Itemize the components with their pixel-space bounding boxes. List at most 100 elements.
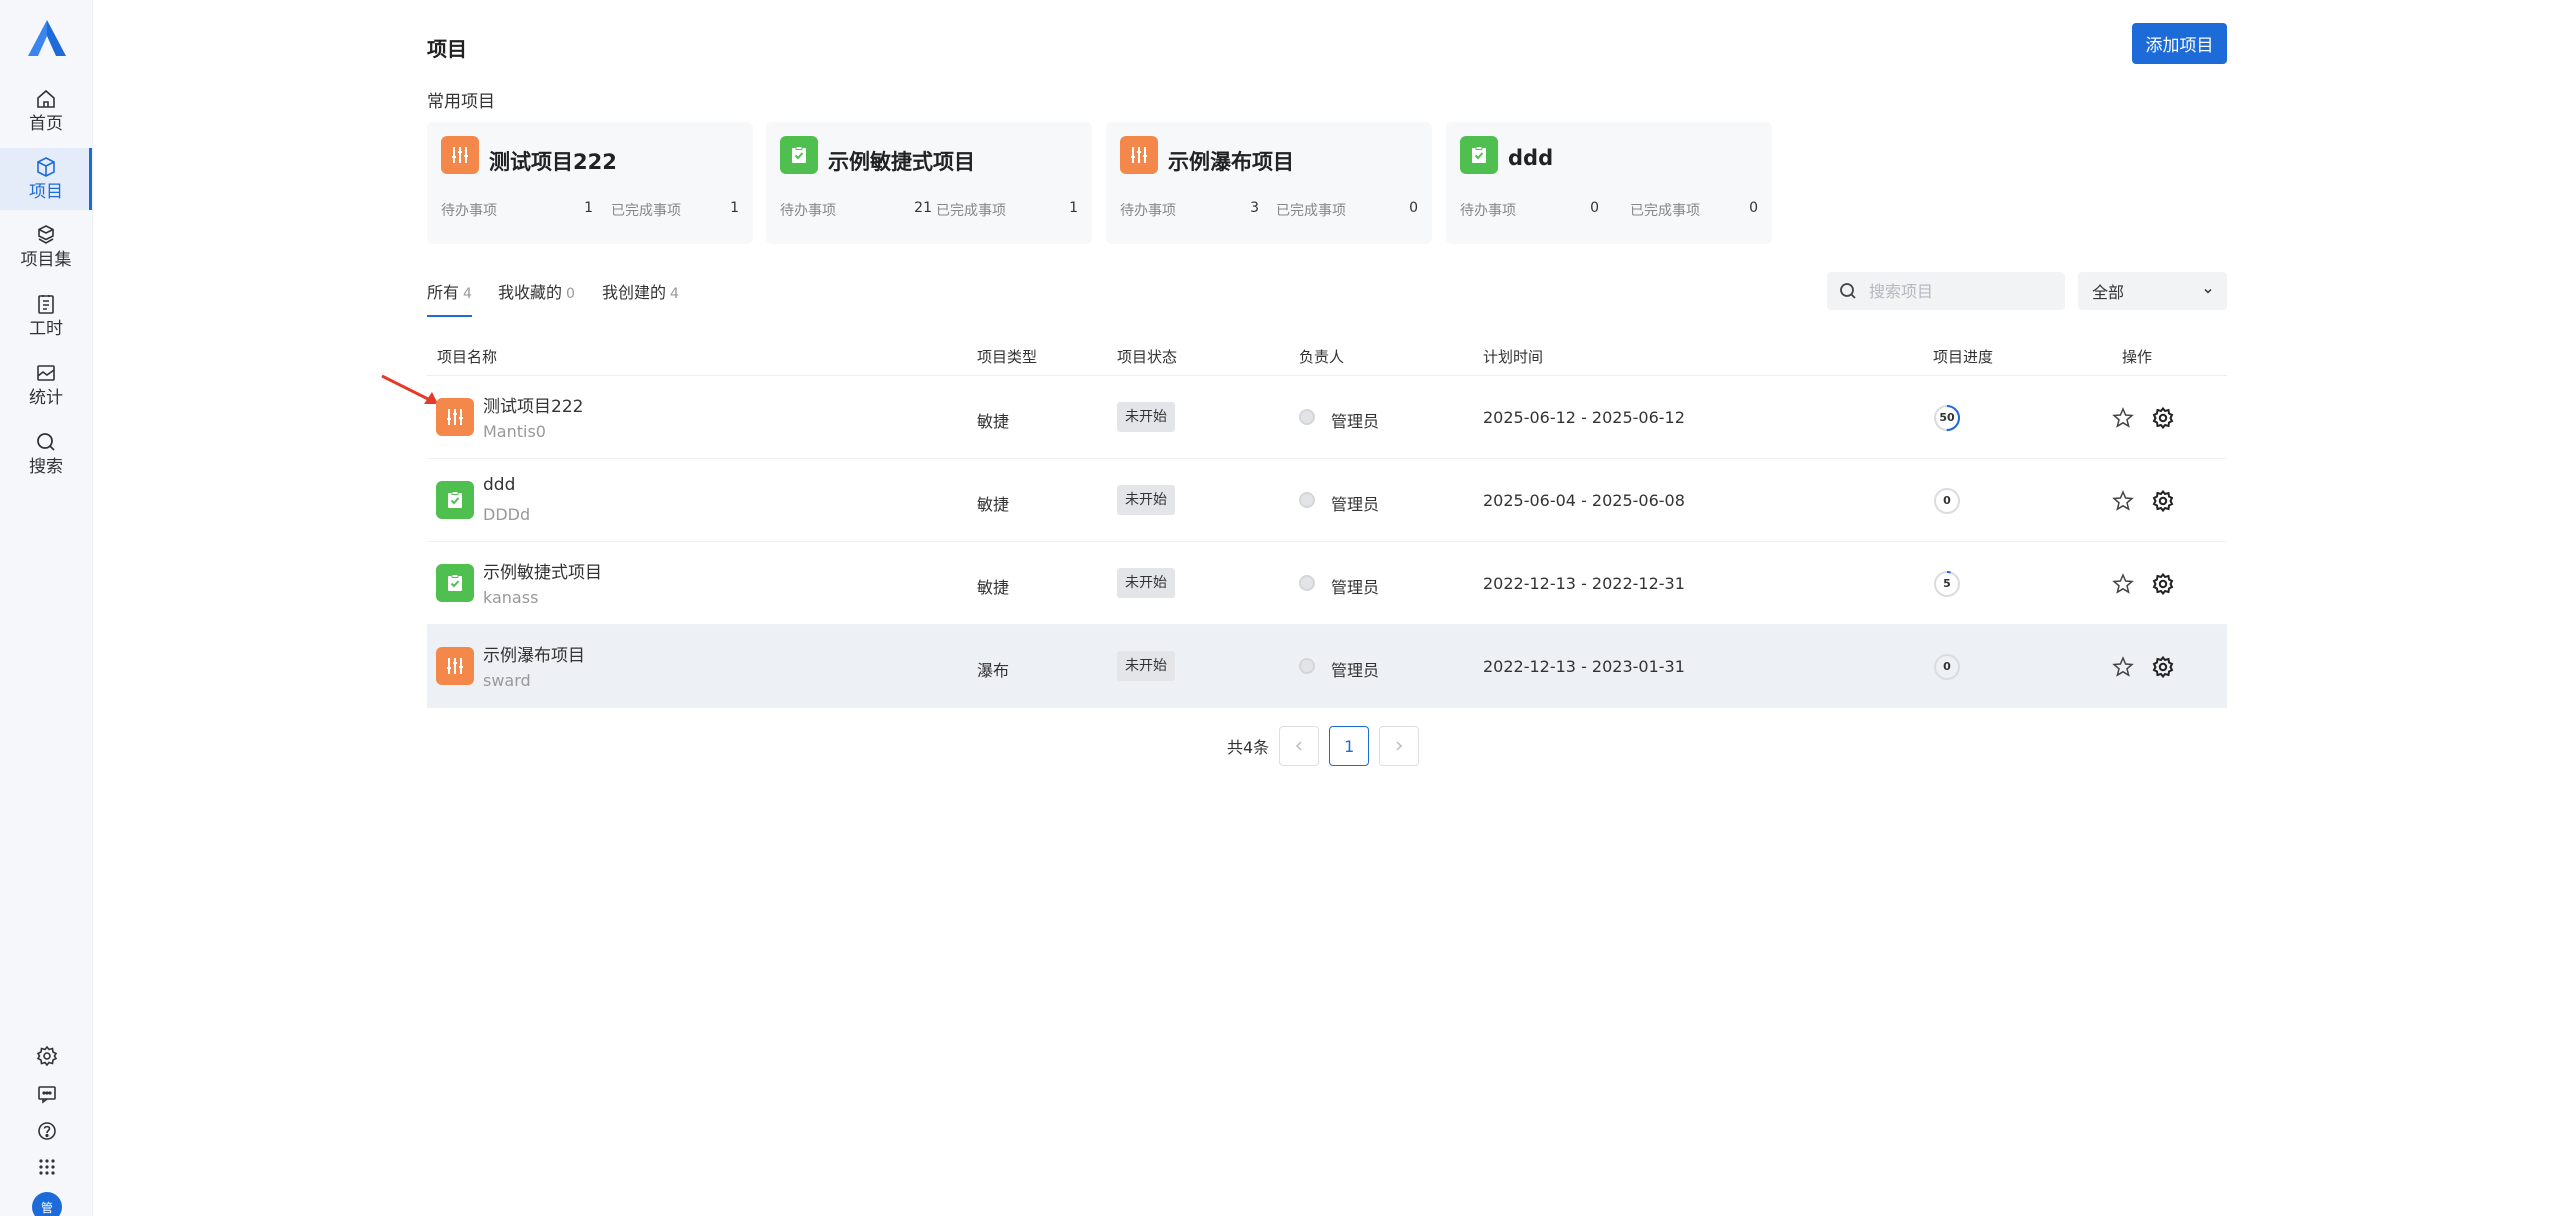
table-row[interactable]: 示例敏捷式项目 kanass 敏捷 未开始 管理员 2022-12-13 - 2… xyxy=(427,542,2227,625)
done-label: 已完成事项 xyxy=(611,203,681,219)
owner-name: 管理员 xyxy=(1331,495,1380,514)
settings-gear-icon[interactable] xyxy=(2151,572,2175,596)
sidebar-item-search[interactable]: 搜索 xyxy=(0,423,92,485)
project-type: 敏捷 xyxy=(977,495,1010,514)
plan-time: 2025-06-04 - 2025-06-08 xyxy=(1483,491,1685,510)
projects-table: 项目名称 项目类型 项目状态 负责人 计划时间 项目进度 操作 测试项目222 … xyxy=(427,340,2227,708)
star-favorite-icon[interactable] xyxy=(2111,655,2135,679)
cube-icon xyxy=(35,156,57,178)
status-badge: 未开始 xyxy=(1117,402,1175,432)
todo-label: 待办事项 xyxy=(441,203,497,219)
favorite-project-name: 测试项目222 xyxy=(489,150,617,174)
project-name-link[interactable]: 测试项目222 xyxy=(483,392,583,417)
status-badge: 未开始 xyxy=(1117,651,1175,681)
app-root: 首页 项目 项目集 工时 统计 搜索 管 项目 添加项目 常用项目 测试项目22… xyxy=(0,0,2559,1216)
owner-avatar xyxy=(1299,575,1315,591)
table-header: 项目名称 项目类型 项目状态 负责人 计划时间 项目进度 操作 xyxy=(427,340,2227,376)
sidebar-item-label: 统计 xyxy=(29,388,63,408)
message-icon[interactable] xyxy=(36,1083,58,1105)
todo-count: 0 xyxy=(1590,200,1599,216)
progress-value: 0 xyxy=(1943,494,1951,507)
tab-count: 4 xyxy=(463,286,472,302)
chevron-right-icon xyxy=(1396,741,1403,751)
waterfall-icon xyxy=(1120,136,1158,174)
tab-favorited[interactable]: 我收藏的 0 xyxy=(498,279,575,315)
status-badge: 未开始 xyxy=(1117,568,1175,598)
total-count: 共4条 xyxy=(1227,738,1270,757)
agile-icon xyxy=(1460,136,1498,174)
done-count: 1 xyxy=(1069,200,1078,216)
type-filter-select[interactable]: 全部 xyxy=(2078,272,2227,310)
settings-gear-icon[interactable] xyxy=(2151,406,2175,430)
settings-gear-icon[interactable] xyxy=(36,1045,58,1067)
star-favorite-icon[interactable] xyxy=(2111,489,2135,513)
star-favorite-icon[interactable] xyxy=(2111,572,2135,596)
settings-gear-icon[interactable] xyxy=(2151,489,2175,513)
tab-created[interactable]: 我创建的 4 xyxy=(602,279,679,315)
project-name-link[interactable]: ddd xyxy=(483,475,515,495)
favorite-project-card[interactable]: 示例瀑布项目 待办事项 3 已完成事项 0 xyxy=(1106,122,1432,244)
sidebar-item-projects[interactable]: 项目 xyxy=(0,148,92,210)
status-badge: 未开始 xyxy=(1117,485,1175,515)
help-icon[interactable] xyxy=(36,1120,58,1142)
tab-label: 我收藏的 xyxy=(498,283,563,302)
favorite-project-card[interactable]: 测试项目222 待办事项 1 已完成事项 1 xyxy=(427,122,753,244)
sidebar-item-statistics[interactable]: 统计 xyxy=(0,354,92,416)
app-logo-icon[interactable] xyxy=(28,20,66,56)
agile-icon xyxy=(436,481,474,519)
todo-count: 3 xyxy=(1250,200,1259,216)
home-icon xyxy=(35,88,57,110)
next-page-button[interactable] xyxy=(1379,726,1420,766)
project-key: Mantis0 xyxy=(483,422,546,441)
table-row[interactable]: 示例瀑布项目 sward 瀑布 未开始 管理员 2022-12-13 - 202… xyxy=(427,625,2227,708)
settings-gear-icon[interactable] xyxy=(2151,655,2175,679)
owner-name: 管理员 xyxy=(1331,578,1380,597)
project-name-link[interactable]: 示例瀑布项目 xyxy=(483,641,585,666)
user-avatar[interactable]: 管 xyxy=(32,1192,62,1216)
plan-time: 2025-06-12 - 2025-06-12 xyxy=(1483,408,1685,427)
sidebar-item-home[interactable]: 首页 xyxy=(0,80,92,142)
progress-value: 0 xyxy=(1943,660,1951,673)
column-header: 项目名称 xyxy=(437,348,498,366)
project-name-link[interactable]: 示例敏捷式项目 xyxy=(483,558,602,583)
project-key: DDDd xyxy=(483,505,531,524)
favorite-project-card[interactable]: ddd 待办事项 0 已完成事项 0 xyxy=(1446,122,1772,244)
todo-label: 待办事项 xyxy=(1460,203,1516,219)
column-header: 计划时间 xyxy=(1483,348,1544,366)
page-number-button[interactable]: 1 xyxy=(1329,726,1370,766)
sidebar-item-project-sets[interactable]: 项目集 xyxy=(0,216,92,278)
favorite-project-name: 示例瀑布项目 xyxy=(1168,150,1294,174)
star-favorite-icon[interactable] xyxy=(2111,406,2135,430)
project-key: kanass xyxy=(483,588,539,607)
favorite-project-card[interactable]: 示例敏捷式项目 待办事项 21 已完成事项 1 xyxy=(766,122,1092,244)
agile-icon xyxy=(436,564,474,602)
owner-avatar xyxy=(1299,492,1315,508)
tab-label: 我创建的 xyxy=(602,283,667,302)
project-type: 敏捷 xyxy=(977,412,1010,431)
done-label: 已完成事项 xyxy=(1630,203,1700,219)
search-container xyxy=(1827,272,2065,310)
sidebar-item-worklog[interactable]: 工时 xyxy=(0,285,92,347)
done-label: 已完成事项 xyxy=(936,203,1006,219)
done-count: 0 xyxy=(1749,200,1758,216)
table-row[interactable]: ddd DDDd 敏捷 未开始 管理员 2025-06-04 - 2025-06… xyxy=(427,459,2227,542)
owner-avatar xyxy=(1299,409,1315,425)
done-count: 1 xyxy=(730,200,739,216)
chart-image-icon xyxy=(35,362,57,384)
add-project-button[interactable]: 添加项目 xyxy=(2132,23,2227,64)
sidebar-item-label: 项目 xyxy=(29,182,63,202)
tab-label: 所有 xyxy=(427,283,460,302)
document-icon xyxy=(35,293,57,315)
apps-grid-icon[interactable] xyxy=(36,1156,58,1178)
todo-count: 1 xyxy=(584,200,593,216)
agile-icon xyxy=(780,136,818,174)
search-input[interactable] xyxy=(1869,281,2049,301)
todo-label: 待办事项 xyxy=(780,203,836,219)
prev-page-button[interactable] xyxy=(1279,726,1320,766)
favorites-title: 常用项目 xyxy=(427,92,495,112)
tab-all[interactable]: 所有 4 xyxy=(427,279,472,317)
column-header: 操作 xyxy=(2122,348,2153,366)
table-row[interactable]: 测试项目222 Mantis0 敏捷 未开始 管理员 2025-06-12 - … xyxy=(427,376,2227,459)
pagination: 共4条 1 xyxy=(1227,726,1429,766)
page-title: 项目 xyxy=(427,37,467,61)
